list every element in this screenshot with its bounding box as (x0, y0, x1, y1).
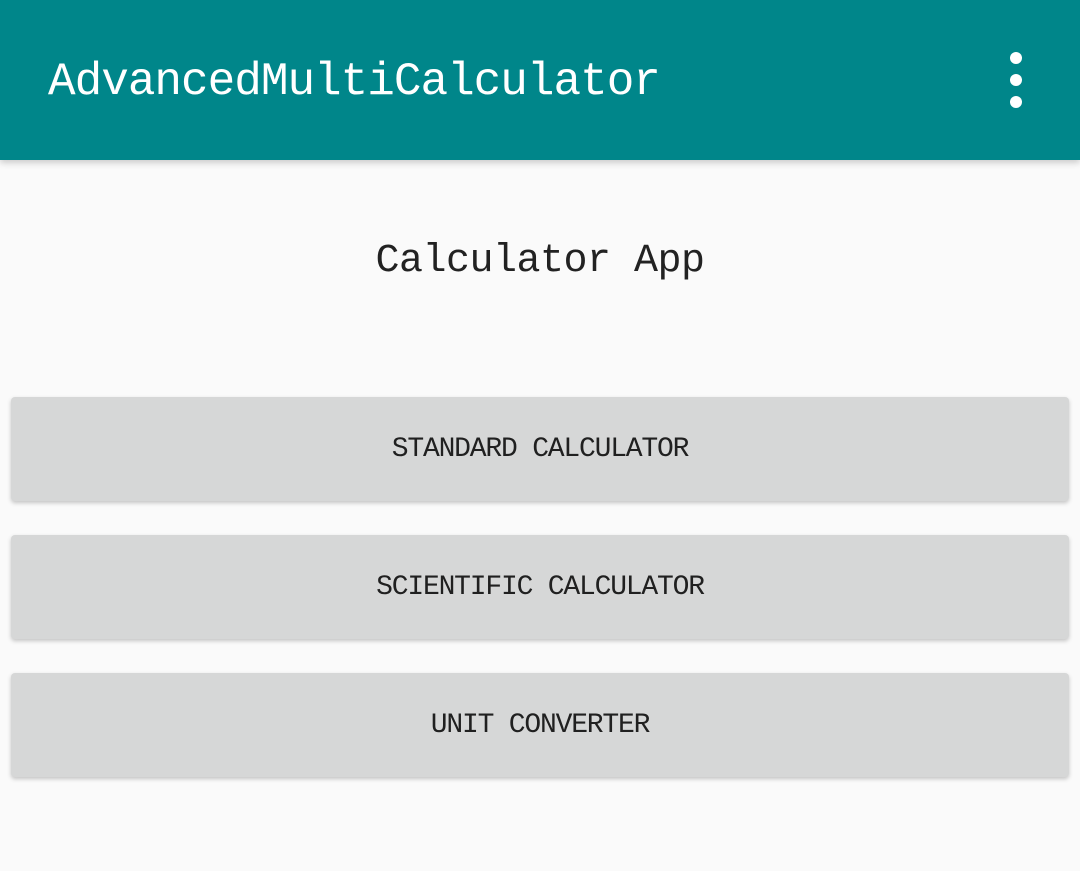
menu-dot (1010, 74, 1022, 86)
more-vert-icon[interactable] (992, 52, 1040, 108)
scientific-calculator-button[interactable]: SCIENTIFIC CALCULATOR (11, 535, 1069, 639)
standard-calculator-label: STANDARD CALCULATOR (391, 433, 690, 465)
unit-converter-button[interactable]: UNIT CONVERTER (11, 673, 1069, 777)
app-bar: AdvancedMultiCalculator (0, 0, 1080, 160)
menu-dot (1010, 96, 1022, 108)
scientific-calculator-label: SCIENTIFIC CALCULATOR (376, 571, 705, 603)
menu-dot (1010, 52, 1022, 64)
page-title: Calculator App (375, 239, 705, 284)
app-title: AdvancedMultiCalculator (48, 56, 661, 108)
standard-calculator-button[interactable]: STANDARD CALCULATOR (11, 397, 1069, 501)
unit-converter-label: UNIT CONVERTER (430, 709, 651, 741)
